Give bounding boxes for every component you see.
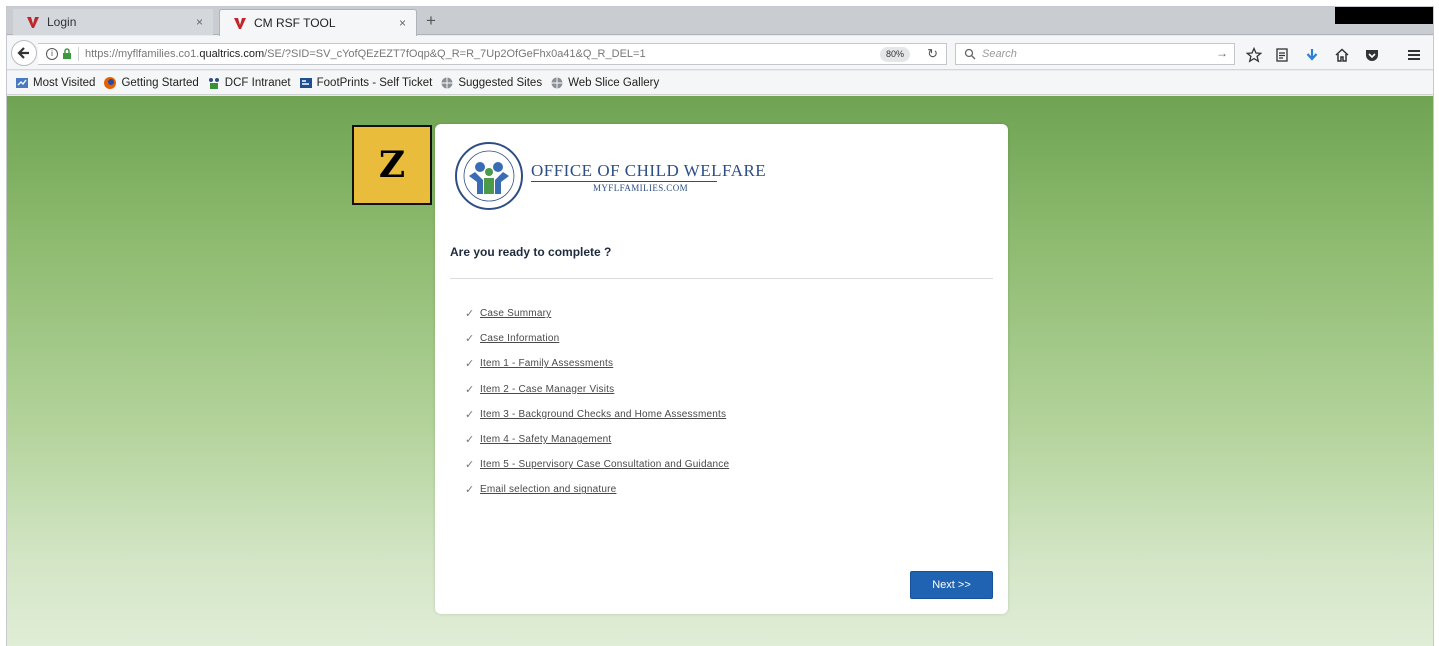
- list-item: ✓ Item 1 - Family Assessments: [465, 351, 729, 376]
- next-button[interactable]: Next >>: [910, 571, 993, 599]
- firefox-icon: [103, 76, 117, 90]
- check-icon: ✓: [465, 434, 475, 447]
- list-item: ✓ Case Summary: [465, 301, 729, 326]
- redacted-area: [1335, 7, 1433, 24]
- url-text[interactable]: https://myflfamilies.co1.qualtrics.com/S…: [85, 48, 646, 60]
- survey-card: OFFICE OF CHILD WELFARE MYFLFAMILIES.COM…: [435, 124, 1008, 614]
- bookmark-footprints[interactable]: FootPrints - Self Ticket: [299, 76, 433, 90]
- bookmark-getting-started[interactable]: Getting Started: [103, 76, 199, 90]
- bookmarks-bar: Most Visited Getting Started DCF Intrane…: [7, 71, 1433, 95]
- qualtrics-icon: [232, 15, 248, 31]
- check-icon: ✓: [465, 358, 475, 371]
- zoom-level-badge[interactable]: 80%: [879, 47, 910, 62]
- section-link-item-1[interactable]: Item 1 - Family Assessments: [480, 358, 613, 369]
- section-link-item-2[interactable]: Item 2 - Case Manager Visits: [480, 384, 614, 395]
- close-icon[interactable]: ×: [196, 15, 203, 29]
- dcf-icon: [207, 76, 221, 90]
- lock-icon: [62, 48, 72, 60]
- bookmark-label: Getting Started: [121, 76, 199, 89]
- tab-cm-rsf-tool[interactable]: CM RSF TOOL ×: [219, 9, 417, 36]
- address-bar[interactable]: i https://myflfamilies.co1.qualtrics.com…: [38, 43, 947, 65]
- logo-subtitle: MYFLFAMILIES.COM: [593, 183, 688, 193]
- globe-icon: [550, 76, 564, 90]
- divider: [450, 278, 993, 279]
- section-list: ✓ Case Summary ✓ Case Information ✓ Item…: [465, 301, 729, 503]
- navigation-bar: i https://myflfamilies.co1.qualtrics.com…: [7, 36, 1433, 70]
- dcf-seal-icon: [455, 142, 523, 210]
- z-badge: Z: [352, 125, 432, 205]
- section-link-item-5[interactable]: Item 5 - Supervisory Case Consultation a…: [480, 459, 729, 470]
- arrow-right-icon[interactable]: →: [1216, 46, 1228, 60]
- check-icon: ✓: [465, 308, 475, 321]
- tab-title: CM RSF TOOL: [254, 16, 336, 30]
- pocket-icon[interactable]: [1363, 46, 1381, 64]
- close-icon[interactable]: ×: [399, 16, 406, 30]
- section-link-item-3[interactable]: Item 3 - Background Checks and Home Asse…: [480, 409, 726, 420]
- check-icon: ✓: [465, 408, 475, 421]
- url-separator: [78, 47, 79, 61]
- section-link-case-information[interactable]: Case Information: [480, 333, 559, 344]
- hamburger-menu-icon[interactable]: [1405, 46, 1423, 64]
- tab-strip: Login × CM RSF TOOL × +: [7, 7, 1433, 36]
- check-icon: ✓: [465, 333, 475, 346]
- new-tab-button[interactable]: +: [421, 11, 441, 31]
- arrow-left-icon: [17, 47, 29, 59]
- list-item: ✓ Email selection and signature: [465, 477, 729, 502]
- info-icon[interactable]: i: [46, 48, 58, 60]
- tab-title: Login: [47, 15, 77, 29]
- check-icon: ✓: [465, 459, 475, 472]
- list-item: ✓ Case Information: [465, 326, 729, 351]
- check-icon: ✓: [465, 484, 475, 497]
- bookmark-label: FootPrints - Self Ticket: [316, 76, 433, 89]
- star-icon[interactable]: [1245, 46, 1263, 64]
- footprints-icon: [299, 76, 313, 90]
- url-suffix: /SE/?SID=SV_cYofQEzEZT7fOqp&Q_R=R_7Up2Of…: [264, 48, 646, 60]
- bookmark-label: DCF Intranet: [224, 76, 291, 89]
- url-prefix: https://myflfamilies.co1.: [85, 48, 200, 60]
- list-item: ✓ Item 5 - Supervisory Case Consultation…: [465, 452, 729, 477]
- bookmark-label: Most Visited: [33, 76, 96, 89]
- globe-icon: [440, 76, 454, 90]
- question-text: Are you ready to complete ?: [450, 245, 612, 259]
- list-item: ✓ Item 2 - Case Manager Visits: [465, 377, 729, 402]
- office-of-child-welfare-logo: OFFICE OF CHILD WELFARE MYFLFAMILIES.COM: [453, 134, 766, 218]
- home-icon[interactable]: [1333, 46, 1351, 64]
- section-link-case-summary[interactable]: Case Summary: [480, 308, 551, 319]
- reload-icon[interactable]: ↻: [927, 46, 938, 62]
- check-icon: ✓: [465, 383, 475, 396]
- tab-login[interactable]: Login ×: [13, 9, 213, 35]
- bookmark-label: Web Slice Gallery: [568, 76, 660, 89]
- download-icon[interactable]: [1303, 46, 1321, 64]
- bookmark-suggested-sites[interactable]: Suggested Sites: [440, 76, 542, 90]
- back-button[interactable]: [11, 40, 37, 66]
- search-placeholder: Search: [982, 48, 1017, 60]
- section-link-item-4[interactable]: Item 4 - Safety Management: [480, 434, 611, 445]
- page-content: Z OFFICE OF CHILD WELFARE MYFLFAMILIES.C…: [7, 96, 1433, 646]
- list-item: ✓ Item 3 - Background Checks and Home As…: [465, 402, 729, 427]
- bookmark-label: Suggested Sites: [458, 76, 543, 89]
- most-visited-icon: [15, 76, 29, 90]
- bookmark-most-visited[interactable]: Most Visited: [15, 76, 95, 90]
- search-icon: [964, 48, 976, 60]
- list-item: ✓ Item 4 - Safety Management: [465, 427, 729, 452]
- bookmark-dcf-intranet[interactable]: DCF Intranet: [207, 76, 291, 90]
- logo-title: OFFICE OF CHILD WELFARE: [531, 161, 767, 180]
- qualtrics-icon: [25, 14, 41, 30]
- reading-list-icon[interactable]: [1273, 46, 1291, 64]
- section-link-email-signature[interactable]: Email selection and signature: [480, 484, 616, 495]
- bookmark-web-slice-gallery[interactable]: Web Slice Gallery: [550, 76, 659, 90]
- url-domain: qualtrics.com: [199, 48, 265, 60]
- browser-window: Login × CM RSF TOOL × + i https://myflfa…: [6, 6, 1434, 646]
- search-input[interactable]: Search →: [955, 43, 1235, 65]
- logo-underline: [531, 181, 717, 182]
